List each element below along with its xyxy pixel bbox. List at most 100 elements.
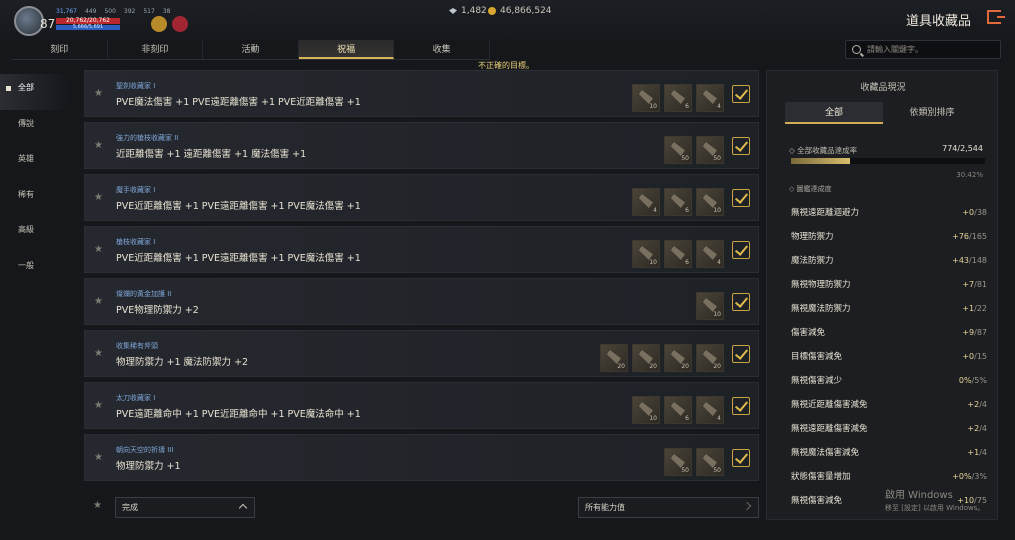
favorite-star-icon[interactable]: ★ bbox=[94, 140, 103, 151]
favorite-star-icon[interactable]: ★ bbox=[94, 88, 103, 99]
stat-label: 無視魔法傷害減免 bbox=[791, 448, 860, 458]
favorite-star-icon[interactable]: ★ bbox=[94, 296, 103, 307]
item-slot[interactable]: 10 bbox=[632, 84, 660, 112]
favorite-star-icon[interactable]: ★ bbox=[94, 400, 103, 411]
tab-collect[interactable]: 收集 bbox=[394, 40, 490, 59]
stat-row: 狀態傷害量增加 +0%/3% bbox=[791, 464, 987, 488]
favorite-star-icon[interactable]: ★ bbox=[94, 244, 103, 255]
collection-row[interactable]: ★ 燦爛的黃金加護 II PVE物理防禦力 +2 10 bbox=[84, 278, 759, 325]
buff-icon[interactable] bbox=[172, 16, 188, 32]
item-count: 4 bbox=[653, 207, 657, 214]
favorite-star-icon[interactable]: ★ bbox=[94, 452, 103, 463]
progress-label: ◇ 全部收藏品達成率 bbox=[789, 146, 858, 155]
tab-engraved[interactable]: 刻印 bbox=[12, 40, 108, 59]
item-count: 6 bbox=[685, 259, 689, 266]
exit-icon[interactable] bbox=[987, 10, 1005, 24]
item-slot[interactable]: 20 bbox=[696, 344, 724, 372]
item-count: 50 bbox=[681, 155, 689, 162]
watermark-line1: 啟用 Windows bbox=[885, 490, 953, 501]
item-slot[interactable]: 4 bbox=[696, 240, 724, 268]
stat-row: 無視遠距離傷害減免 +2/4 bbox=[791, 416, 987, 440]
item-count: 10 bbox=[649, 415, 657, 422]
item-slot[interactable]: 50 bbox=[696, 448, 724, 476]
search-box[interactable] bbox=[845, 40, 1001, 59]
item-count: 50 bbox=[713, 155, 721, 162]
item-slots: 10 6 4 bbox=[632, 396, 724, 424]
stat-current: +43 bbox=[952, 255, 970, 265]
item-slot[interactable]: 50 bbox=[664, 448, 692, 476]
item-slot[interactable]: 6 bbox=[664, 188, 692, 216]
checkmark-icon[interactable] bbox=[732, 241, 750, 259]
item-slot[interactable]: 4 bbox=[696, 396, 724, 424]
grade-sidebar: 全部 傳說 英雄 稀有 高級 一般 bbox=[0, 74, 70, 287]
status-filter-dropdown[interactable]: 完成 bbox=[115, 497, 255, 518]
sidebar-item-rare[interactable]: 稀有 bbox=[0, 181, 70, 217]
stat-current: +7 bbox=[962, 279, 975, 289]
panel-title: 收藏品現況 bbox=[860, 83, 906, 93]
item-slots: 10 bbox=[696, 292, 724, 320]
tab-panel-by-category[interactable]: 依類別排序 bbox=[883, 102, 981, 124]
item-slot[interactable]: 4 bbox=[696, 84, 724, 112]
progress-fill bbox=[791, 158, 850, 164]
item-slot[interactable]: 6 bbox=[664, 240, 692, 268]
item-count: 20 bbox=[617, 363, 625, 370]
checkmark-icon[interactable] bbox=[732, 397, 750, 415]
item-count: 6 bbox=[685, 415, 689, 422]
stat-label: 目標傷害減免 bbox=[791, 352, 843, 362]
item-slot[interactable]: 20 bbox=[600, 344, 628, 372]
item-slot[interactable]: 6 bbox=[664, 84, 692, 112]
item-slot[interactable]: 50 bbox=[696, 136, 724, 164]
stat-label: 無視魔法防禦力 bbox=[791, 304, 851, 314]
collection-name: 收集稀有斧頭 bbox=[116, 342, 158, 350]
sidebar-item-legendary[interactable]: 傳說 bbox=[0, 110, 70, 146]
item-slot[interactable]: 10 bbox=[696, 292, 724, 320]
ability-filter-dropdown[interactable]: 所有能力值 bbox=[578, 497, 759, 518]
stat-label: 無視遠距離傷害減免 bbox=[791, 424, 868, 434]
stat-value: +43/148 bbox=[952, 256, 987, 265]
checkmark-icon[interactable] bbox=[732, 189, 750, 207]
stat-current: +76 bbox=[952, 231, 970, 241]
favorite-star-icon[interactable]: ★ bbox=[94, 348, 103, 359]
item-count: 6 bbox=[685, 207, 689, 214]
sidebar-item-hero[interactable]: 英雄 bbox=[0, 145, 70, 181]
checkmark-icon[interactable] bbox=[732, 345, 750, 363]
item-slot[interactable]: 20 bbox=[632, 344, 660, 372]
search-input[interactable] bbox=[867, 45, 997, 54]
sidebar-item-all[interactable]: 全部 bbox=[0, 74, 70, 110]
progress-bar bbox=[791, 158, 985, 164]
favorite-star-icon[interactable]: ★ bbox=[93, 500, 102, 511]
item-slot[interactable]: 10 bbox=[696, 188, 724, 216]
item-slot[interactable]: 10 bbox=[632, 240, 660, 268]
buff-icon[interactable] bbox=[151, 16, 167, 32]
checkmark-icon[interactable] bbox=[732, 449, 750, 467]
item-slots: 20 20 20 20 bbox=[600, 344, 724, 372]
progress-label-text: 全部收藏品達成率 bbox=[797, 146, 858, 155]
gold-currency: 46,866,524 bbox=[488, 6, 552, 16]
collection-row[interactable]: ★ 強力的槍枝收藏家 II 近距離傷害 +1 遠距離傷害 +1 魔法傷害 +1 50 5… bbox=[84, 122, 759, 169]
chevron-up-icon bbox=[238, 503, 248, 513]
collection-row[interactable]: ★ 槍枝收藏家 I PVE近距離傷害 +1 PVE遠距離傷害 +1 PVE魔法傷害 … bbox=[84, 226, 759, 273]
favorite-star-icon[interactable]: ★ bbox=[94, 192, 103, 203]
stat-value: 449 bbox=[85, 8, 97, 15]
tab-blessing[interactable]: 祝福 bbox=[298, 40, 395, 59]
sidebar-item-normal[interactable]: 一般 bbox=[0, 252, 70, 288]
tab-non-engraved[interactable]: 非刻印 bbox=[108, 40, 204, 59]
item-slot[interactable]: 10 bbox=[632, 396, 660, 424]
item-slot[interactable]: 4 bbox=[632, 188, 660, 216]
collection-row[interactable]: ★ 朝向天空的祈禱 III 物理防禦力 +1 50 50 bbox=[84, 434, 759, 481]
tab-panel-all[interactable]: 全部 bbox=[785, 102, 883, 124]
item-slot[interactable]: 20 bbox=[664, 344, 692, 372]
section-label-text: 圖鑑達成度 bbox=[796, 185, 832, 193]
collection-row[interactable]: ★ 魔手收藏家 I PVE近距離傷害 +1 PVE遠距離傷害 +1 PVE魔法傷害 … bbox=[84, 174, 759, 221]
collection-row[interactable]: ★ 收集稀有斧頭 物理防禦力 +1 魔法防禦力 +2 20 20 20 20 bbox=[84, 330, 759, 377]
checkmark-icon[interactable] bbox=[732, 293, 750, 311]
collection-row[interactable]: ★ 聖劍收藏家 I PVE魔法傷害 +1 PVE遠距離傷害 +1 PVE近距離傷害 … bbox=[84, 70, 759, 117]
checkmark-icon[interactable] bbox=[732, 137, 750, 155]
tab-event[interactable]: 活動 bbox=[203, 40, 299, 59]
checkmark-icon[interactable] bbox=[732, 85, 750, 103]
item-slot[interactable]: 50 bbox=[664, 136, 692, 164]
sidebar-item-advanced[interactable]: 高級 bbox=[0, 216, 70, 252]
collection-row[interactable]: ★ 太刀收藏家 I PVE遠距離命中 +1 PVE近距離命中 +1 PVE魔法命中 … bbox=[84, 382, 759, 429]
stat-value: +76/165 bbox=[952, 232, 987, 241]
item-slot[interactable]: 6 bbox=[664, 396, 692, 424]
